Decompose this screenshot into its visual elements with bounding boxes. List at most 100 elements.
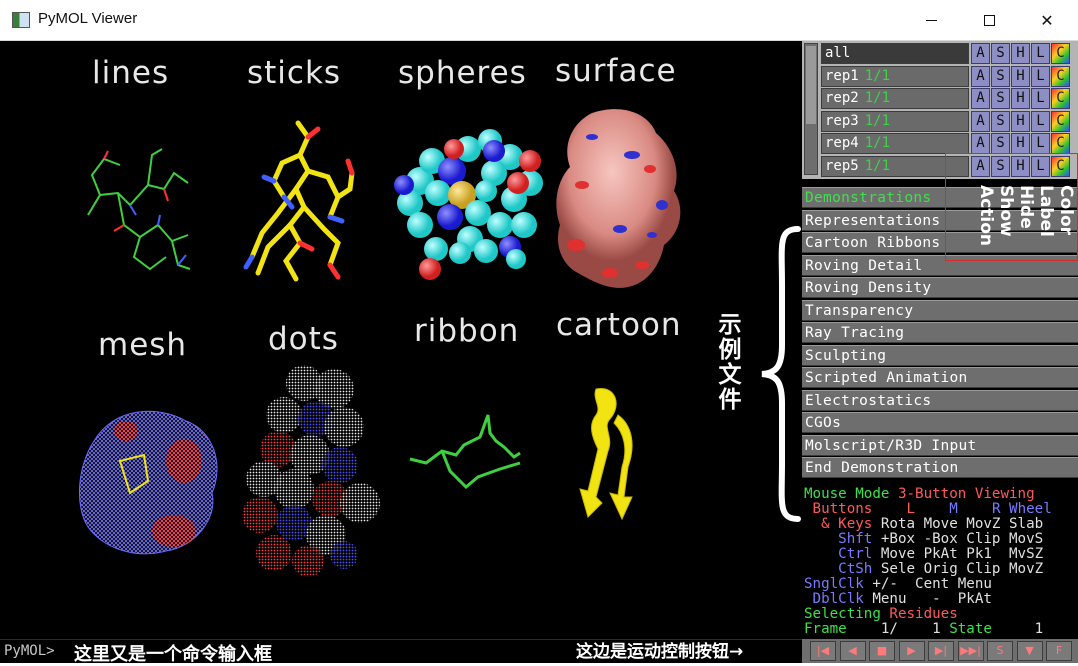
object-s-button[interactable]: S bbox=[991, 65, 1010, 87]
object-l-button[interactable]: L bbox=[1031, 43, 1050, 64]
object-row: rep3 1/1 A S H L C bbox=[821, 110, 1078, 132]
selecting-label: Selecting bbox=[804, 606, 890, 622]
shift-values: +Box -Box Clip MovS bbox=[872, 531, 1044, 547]
object-l-button[interactable]: L bbox=[1031, 88, 1050, 109]
object-h-button[interactable]: H bbox=[1011, 133, 1030, 154]
object-s-button[interactable]: S bbox=[991, 133, 1010, 154]
wizard-button-transparency[interactable]: Transparency bbox=[802, 299, 1078, 321]
object-s-button[interactable]: S bbox=[991, 110, 1010, 132]
object-state: 1/1 bbox=[864, 67, 891, 84]
label-ribbon: ribbon bbox=[414, 313, 520, 349]
buttons-label: Buttons bbox=[804, 501, 873, 517]
double-click-values: Menu - PkAt bbox=[863, 591, 992, 607]
object-name: rep1 bbox=[825, 67, 859, 84]
label-surface: surface bbox=[555, 53, 677, 89]
object-c-button[interactable]: C bbox=[1051, 88, 1070, 109]
control-panel: all A S H L Crep1 1/1 A S H L Crep2 1/1 A S H L Crep3 1/1 A… bbox=[802, 41, 1078, 663]
window-title: PyMOL Viewer bbox=[38, 10, 138, 27]
object-name: rep2 bbox=[825, 90, 859, 106]
keys-values: Rota Move MovZ Slab bbox=[872, 516, 1044, 532]
surface-molecule bbox=[556, 109, 681, 288]
play-button[interactable]: ▶ bbox=[898, 641, 925, 661]
object-h-button[interactable]: H bbox=[1011, 43, 1030, 64]
frame-label: Frame bbox=[804, 621, 847, 637]
close-icon: ✕ bbox=[1040, 10, 1054, 30]
object-a-button[interactable]: A bbox=[971, 133, 990, 154]
object-c-button[interactable]: C bbox=[1051, 65, 1070, 87]
object-name-button[interactable]: rep4 1/1 bbox=[821, 133, 969, 154]
object-row: rep4 1/1 A S H L C bbox=[821, 133, 1078, 154]
legend-label: Label bbox=[1036, 185, 1056, 237]
wizard-button-end-demonstration[interactable]: End Demonstration bbox=[802, 457, 1078, 478]
ctrl-shift-values: Sele Orig Clip MovZ bbox=[872, 561, 1044, 577]
minimize-button[interactable] bbox=[902, 0, 960, 40]
rewind-button[interactable]: |◀ bbox=[810, 641, 836, 661]
object-name: all bbox=[825, 45, 851, 61]
wizard-button-ray-tracing[interactable]: Ray Tracing bbox=[802, 322, 1078, 343]
label-lines: lines bbox=[92, 55, 170, 91]
object-a-button[interactable]: A bbox=[971, 43, 990, 64]
object-name-button[interactable]: rep3 1/1 bbox=[821, 110, 969, 132]
single-click-values: +/- Cent Menu bbox=[863, 576, 992, 592]
stop-button[interactable]: ■ bbox=[869, 641, 895, 661]
object-a-button[interactable]: A bbox=[971, 65, 990, 87]
menu-button[interactable]: ▼ bbox=[1016, 641, 1043, 661]
label-mesh: mesh bbox=[98, 327, 188, 363]
object-state: 1/1 bbox=[864, 157, 891, 174]
object-name-button[interactable]: all bbox=[821, 43, 969, 64]
curly-brace bbox=[761, 226, 801, 522]
wizard-button-electrostatics[interactable]: Electrostatics bbox=[802, 389, 1078, 411]
ctrl-shift-label: CtSh bbox=[804, 561, 873, 577]
wizard-button-scripted-animation[interactable]: Scripted Animation bbox=[802, 367, 1078, 388]
object-c-button[interactable]: C bbox=[1051, 43, 1070, 64]
object-a-button[interactable]: A bbox=[971, 88, 990, 109]
mouse-mode-value[interactable]: 3-Button Viewing bbox=[898, 486, 1035, 502]
object-s-button[interactable]: S bbox=[991, 88, 1010, 109]
object-h-button[interactable]: H bbox=[1011, 110, 1030, 132]
command-prompt: PyMOL> bbox=[4, 643, 55, 659]
label-spheres: spheres bbox=[398, 55, 527, 91]
object-c-button[interactable]: C bbox=[1051, 110, 1070, 132]
object-state: 1/1 bbox=[864, 135, 891, 151]
object-row: rep2 1/1 A S H L C bbox=[821, 88, 1078, 109]
wizard-button-cgos[interactable]: CGOs bbox=[802, 412, 1078, 433]
object-c-button[interactable]: C bbox=[1051, 133, 1070, 154]
sticks-molecule bbox=[243, 120, 355, 282]
molecule-viewer[interactable]: lines sticks spheres surface mesh dots r… bbox=[0, 41, 802, 639]
object-l-button[interactable]: L bbox=[1031, 133, 1050, 154]
object-l-button[interactable]: L bbox=[1031, 65, 1050, 87]
step-back-button[interactable]: ◀ bbox=[839, 641, 866, 661]
command-box-note: 这里又是一个命令输入框 bbox=[74, 644, 272, 665]
close-button[interactable]: ✕ bbox=[1018, 0, 1076, 40]
wizard-button-molscript-r3d-input[interactable]: Molscript/R3D Input bbox=[802, 434, 1078, 456]
fullscreen-button[interactable]: F bbox=[1046, 641, 1072, 661]
object-a-button[interactable]: A bbox=[971, 110, 990, 132]
wizard-button-sculpting[interactable]: Sculpting bbox=[802, 344, 1078, 366]
label-dots: dots bbox=[268, 321, 339, 357]
button-m: M bbox=[949, 501, 958, 517]
object-h-button[interactable]: H bbox=[1011, 88, 1030, 109]
ctrl-values: Move PkAt Pk1 MvSZ bbox=[872, 546, 1044, 562]
object-l-button[interactable]: L bbox=[1031, 110, 1050, 132]
lines-molecule bbox=[87, 148, 191, 271]
selecting-mode[interactable]: Residues bbox=[889, 606, 957, 622]
pymol-window: PyMOL Viewer ✕ lines sticks spheres surf… bbox=[0, 0, 1078, 665]
maximize-button[interactable] bbox=[960, 0, 1018, 40]
scroll-thumb[interactable] bbox=[806, 46, 816, 124]
fast-forward-button[interactable]: ▶▶| bbox=[957, 641, 984, 661]
double-click-label: DblClk bbox=[804, 591, 864, 607]
legend-action: Action bbox=[976, 185, 996, 246]
wizard-button-roving-density[interactable]: Roving Density bbox=[802, 277, 1078, 298]
object-scrollbar[interactable] bbox=[804, 43, 818, 175]
object-name-button[interactable]: rep2 1/1 bbox=[821, 88, 969, 109]
object-h-button[interactable]: H bbox=[1011, 65, 1030, 87]
object-s-button[interactable]: S bbox=[991, 43, 1010, 64]
ctrl-label: Ctrl bbox=[804, 546, 873, 562]
object-name-button[interactable]: rep1 1/1 bbox=[821, 65, 969, 87]
mouse-mode-label: Mouse Mode bbox=[804, 486, 898, 502]
object-row: all A S H L C bbox=[821, 43, 1078, 64]
mesh-molecule bbox=[78, 410, 218, 555]
object-name: rep3 bbox=[825, 112, 859, 129]
scene-button[interactable]: S bbox=[987, 641, 1013, 661]
step-forward-button[interactable]: ▶| bbox=[928, 641, 954, 661]
